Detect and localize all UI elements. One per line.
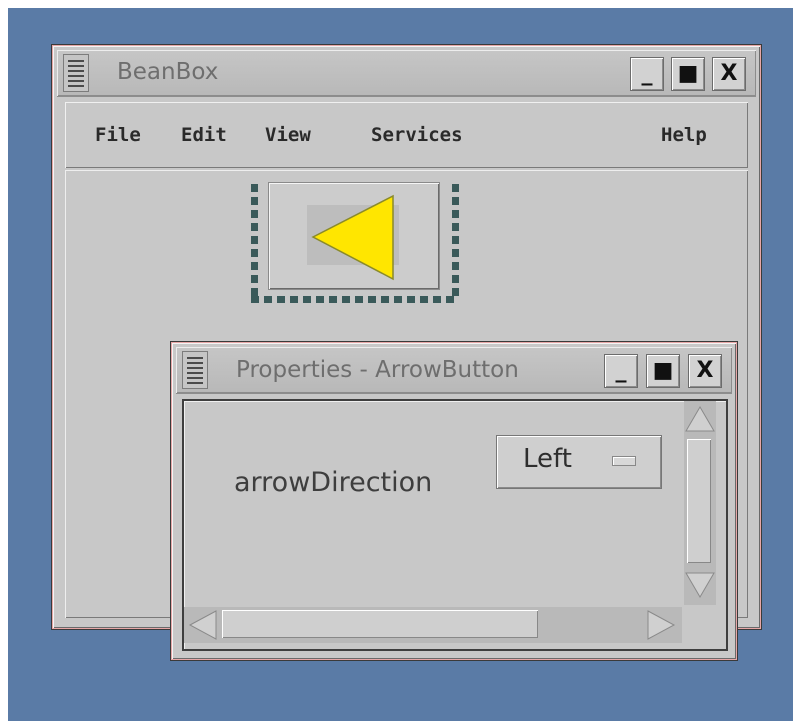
minimize-icon: _	[641, 61, 653, 86]
selection-border-bottom[interactable]	[251, 296, 459, 303]
menu-help[interactable]: Help	[661, 124, 707, 146]
menu-view[interactable]: View	[265, 124, 311, 146]
close-icon: X	[720, 61, 738, 86]
scrollbar-corner	[684, 607, 716, 643]
menu-edit[interactable]: Edit	[181, 124, 227, 146]
minimize-icon: _	[615, 358, 627, 383]
maximize-button[interactable]: ■	[671, 57, 705, 91]
close-button[interactable]: X	[712, 57, 746, 91]
arrow-direction-value: Left	[523, 444, 572, 474]
property-label: arrowDirection	[234, 467, 433, 498]
selection-border-right[interactable]	[452, 184, 459, 302]
window-menu-icon[interactable]	[63, 54, 89, 92]
window-title: BeanBox	[117, 59, 219, 85]
horizontal-scrollbar[interactable]	[184, 607, 682, 643]
properties-title: Properties - ArrowButton	[236, 357, 519, 383]
minimize-button[interactable]: _	[630, 57, 664, 91]
properties-close-button[interactable]: X	[688, 354, 722, 388]
menu-services[interactable]: Services	[371, 124, 463, 146]
arrow-button-bean[interactable]	[268, 182, 440, 290]
maximize-icon: ■	[652, 358, 674, 383]
dropdown-indicator-icon	[612, 456, 636, 466]
arrow-direction-select[interactable]: Left	[496, 435, 662, 489]
scroll-up-arrow-icon[interactable]	[684, 403, 716, 435]
scroll-down-arrow-icon[interactable]	[684, 569, 716, 601]
vertical-scroll-thumb[interactable]	[687, 439, 711, 563]
selection-border-left[interactable]	[251, 184, 258, 302]
scroll-right-arrow-icon[interactable]	[644, 608, 678, 642]
vertical-scrollbar[interactable]	[684, 401, 716, 605]
close-icon: X	[696, 358, 714, 383]
properties-window-menu-icon[interactable]	[182, 351, 208, 389]
properties-titlebar[interactable]: Properties - ArrowButton _ ■ X	[176, 347, 732, 394]
maximize-icon: ■	[677, 61, 699, 86]
horizontal-scroll-thumb[interactable]	[222, 610, 538, 638]
properties-window: Properties - ArrowButton _ ■ X arrowDire…	[171, 342, 737, 660]
properties-maximize-button[interactable]: ■	[646, 354, 680, 388]
menu-file[interactable]: File	[95, 124, 141, 146]
beanbox-titlebar[interactable]: BeanBox _ ■ X	[57, 50, 756, 97]
properties-panel: arrowDirection Left	[182, 399, 728, 651]
properties-minimize-button[interactable]: _	[604, 354, 638, 388]
left-arrow-icon	[311, 194, 394, 281]
scroll-left-arrow-icon[interactable]	[186, 608, 220, 642]
menu-bar: File Edit View Services Help	[65, 102, 748, 168]
